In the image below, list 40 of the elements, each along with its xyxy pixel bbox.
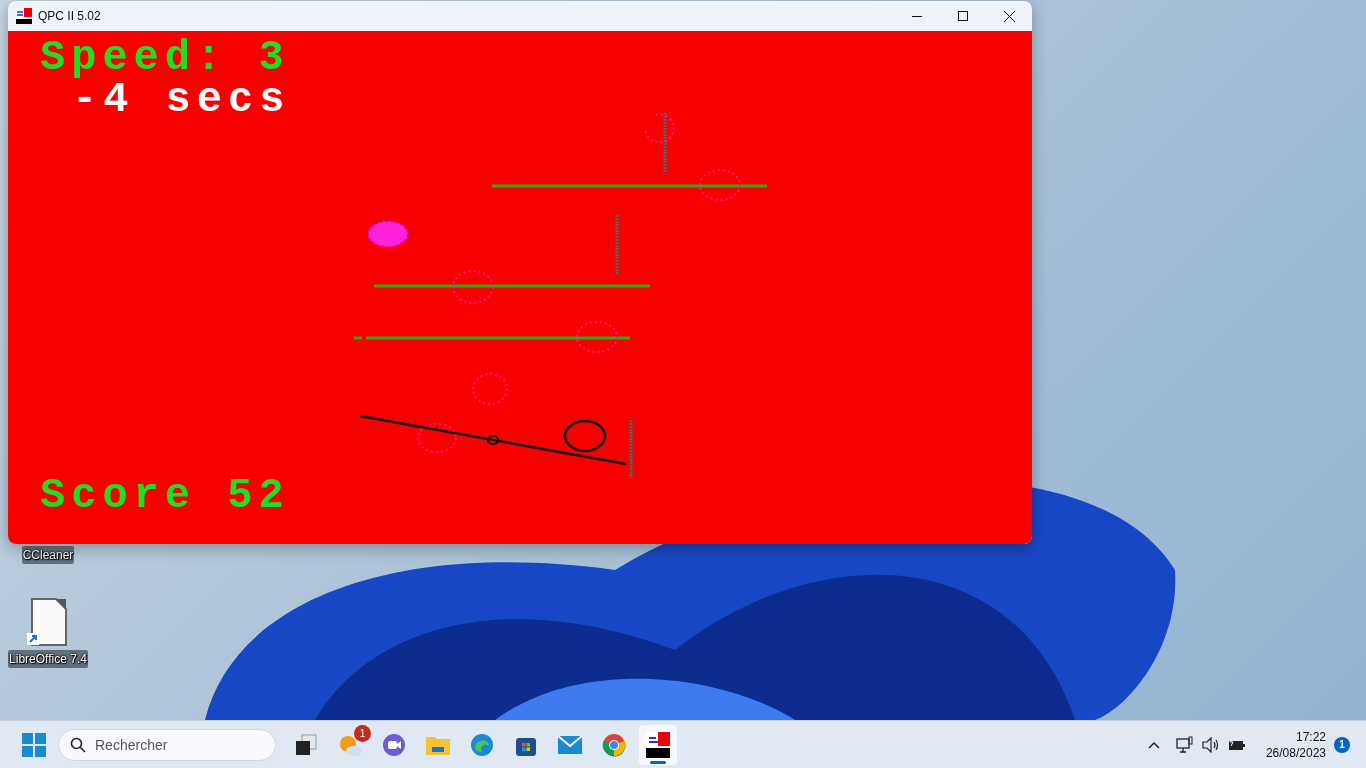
window-title: QPC II 5.02	[38, 8, 101, 25]
notification-badge: 1	[354, 724, 371, 742]
chrome-icon	[602, 732, 626, 757]
taskbar-app-button[interactable]: 1	[331, 724, 369, 765]
volume-icon[interactable]	[1201, 736, 1220, 753]
notification-count-badge[interactable]: 1	[1334, 736, 1350, 753]
battery-icon[interactable]	[1227, 737, 1246, 752]
clock-button[interactable]: 17:22 26/08/2023	[1265, 728, 1326, 761]
windows-logo-icon	[22, 732, 46, 757]
post	[629, 420, 633, 478]
search-field[interactable]: Rechercher	[58, 728, 276, 761]
browser-wave-icon	[470, 732, 494, 757]
ball	[563, 419, 607, 453]
document-shortcut-icon[interactable]	[26, 598, 70, 646]
qpc-logo-icon	[646, 731, 670, 758]
post	[663, 113, 667, 172]
network-icon[interactable]	[1175, 735, 1194, 754]
dotted-ring	[452, 270, 494, 304]
video-chat-icon	[382, 732, 406, 757]
active-indicator	[650, 760, 666, 764]
search-icon	[70, 736, 86, 753]
chevron-up-icon	[1147, 740, 1160, 749]
dotted-ring	[576, 321, 618, 353]
close-icon	[1003, 10, 1015, 22]
dotted-ring	[472, 373, 508, 405]
app-logo-icon	[16, 8, 32, 24]
minimize-icon	[912, 15, 922, 17]
mail-icon	[557, 734, 583, 755]
score-label: Score 52	[40, 471, 290, 522]
dotted-ring	[417, 423, 457, 453]
maximize-icon	[958, 11, 968, 21]
post	[615, 215, 619, 275]
striped-blob	[367, 220, 409, 248]
desktop-icon-label[interactable]: LibreOffice 7.4	[8, 650, 88, 668]
dotted-ring	[699, 169, 741, 201]
dotted-ring	[645, 113, 675, 144]
taskbar-app-button[interactable]	[639, 724, 677, 765]
task-view-icon	[294, 732, 318, 757]
speed-label: Speed: 3	[40, 33, 290, 83]
desktop-icon-label[interactable]: CCleaner	[21, 546, 75, 564]
